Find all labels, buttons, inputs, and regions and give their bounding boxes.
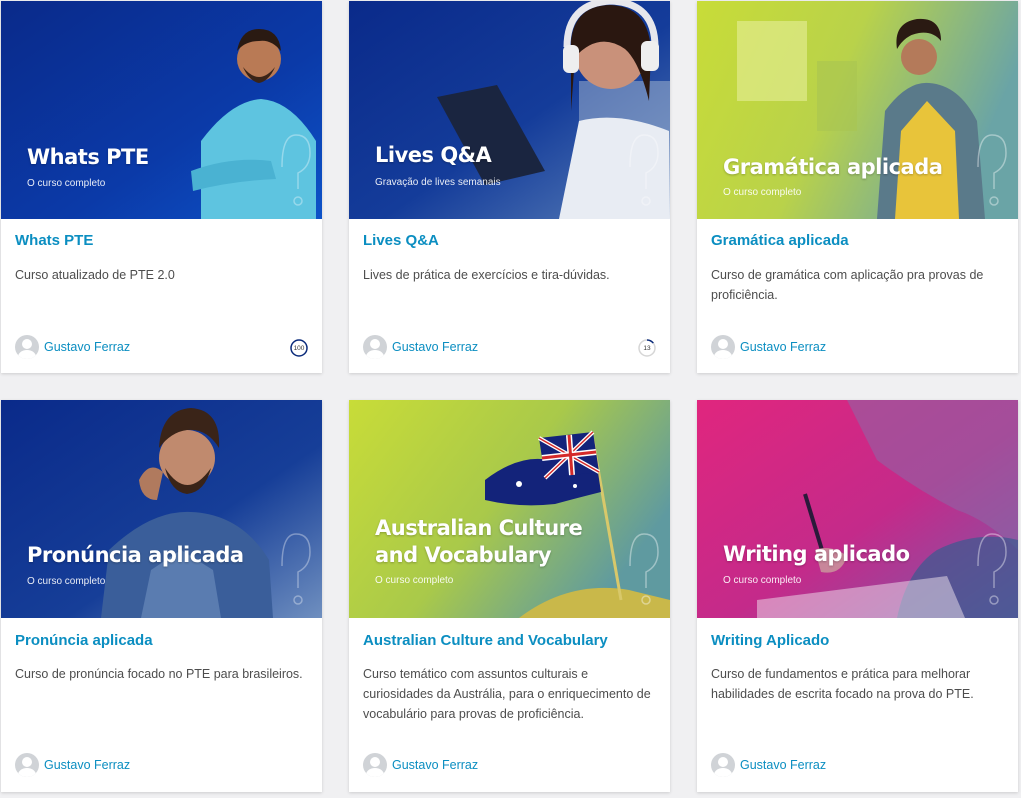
thumbnail-title-line-1: Australian Culture — [375, 516, 583, 540]
course-author[interactable]: Gustavo Ferraz — [711, 753, 826, 777]
author-name[interactable]: Gustavo Ferraz — [44, 758, 130, 772]
course-thumbnail[interactable]: Gramática aplicada O curso completo — [697, 1, 1018, 219]
course-description: Curso de pronúncia focado no PTE para br… — [15, 667, 303, 681]
course-title[interactable]: Gramática aplicada — [711, 232, 849, 249]
thumbnail-title: Whats PTE — [27, 145, 149, 169]
question-mark-decoration-icon — [629, 533, 659, 605]
author-avatar — [711, 753, 735, 777]
thumbnail-subtitle: O curso completo — [27, 178, 106, 189]
course-thumbnail[interactable]: Whats PTE O curso completo — [1, 1, 322, 219]
author-name[interactable]: Gustavo Ferraz — [392, 340, 478, 354]
thumbnail-subtitle: O curso completo — [723, 575, 802, 586]
course-card-whats-pte[interactable]: Whats PTE O curso completo Whats PTE Cur… — [1, 1, 322, 373]
course-card-pronuncia-aplicada[interactable]: Pronúncia aplicada O curso completo Pron… — [1, 400, 322, 792]
course-author[interactable]: Gustavo Ferraz — [15, 753, 130, 777]
author-avatar — [363, 335, 387, 359]
thumbnail-title: Lives Q&A — [375, 143, 492, 167]
course-card-australian-culture[interactable]: Australian Culture and Vocabulary O curs… — [349, 400, 670, 792]
course-card-lives-qa[interactable]: Lives Q&A Gravação de lives semanais Liv… — [349, 1, 670, 373]
progress-label: 100 — [293, 344, 305, 352]
course-author[interactable]: Gustavo Ferraz — [363, 335, 478, 359]
course-description: Lives de prática de exercícios e tira-dú… — [363, 268, 610, 282]
course-thumbnail[interactable]: Lives Q&A Gravação de lives semanais — [349, 1, 670, 219]
progress-indicator: 13 — [638, 339, 656, 357]
course-description: Curso atualizado de PTE 2.0 — [15, 268, 175, 282]
course-author[interactable]: Gustavo Ferraz — [15, 335, 130, 359]
thumbnail-title-line-2: and Vocabulary — [375, 543, 552, 567]
author-name[interactable]: Gustavo Ferraz — [740, 758, 826, 772]
question-mark-decoration-icon — [629, 134, 659, 206]
progress-label: 13 — [643, 344, 651, 352]
author-avatar — [15, 335, 39, 359]
question-mark-decoration-icon — [977, 533, 1007, 605]
course-author[interactable]: Gustavo Ferraz — [711, 335, 826, 359]
question-mark-decoration-icon — [977, 134, 1007, 206]
thumbnail-subtitle: O curso completo — [375, 575, 454, 586]
course-card-writing-aplicado[interactable]: Writing aplicado O curso completo Writin… — [697, 400, 1018, 792]
course-title[interactable]: Lives Q&A — [363, 232, 439, 249]
course-description: Curso temático com assuntos culturais e … — [363, 667, 651, 721]
thumbnail-subtitle: O curso completo — [723, 187, 802, 198]
course-description: Curso de gramática com aplicação pra pro… — [711, 268, 984, 302]
course-author[interactable]: Gustavo Ferraz — [363, 753, 478, 777]
course-thumbnail[interactable]: Pronúncia aplicada O curso completo — [1, 400, 322, 618]
thumbnail-title: Gramática aplicada — [723, 155, 943, 179]
course-title[interactable]: Writing Aplicado — [711, 632, 829, 649]
author-name[interactable]: Gustavo Ferraz — [740, 340, 826, 354]
course-card-gramatica-aplicada[interactable]: Gramática aplicada O curso completo Gram… — [697, 1, 1018, 373]
thumbnail-subtitle: Gravação de lives semanais — [375, 177, 501, 188]
course-title[interactable]: Whats PTE — [15, 232, 93, 249]
author-avatar — [363, 753, 387, 777]
thumbnail-subtitle: O curso completo — [27, 576, 106, 587]
question-mark-decoration-icon — [281, 533, 311, 605]
course-title[interactable]: Pronúncia aplicada — [15, 632, 153, 649]
course-thumbnail[interactable]: Australian Culture and Vocabulary O curs… — [349, 400, 670, 618]
progress-indicator: 100 — [290, 339, 308, 357]
course-title[interactable]: Australian Culture and Vocabulary — [363, 632, 608, 649]
thumbnail-title: Pronúncia aplicada — [27, 543, 244, 567]
author-name[interactable]: Gustavo Ferraz — [392, 758, 478, 772]
question-mark-decoration-icon — [281, 134, 311, 206]
course-thumbnail[interactable]: Writing aplicado O curso completo — [697, 400, 1018, 618]
author-name[interactable]: Gustavo Ferraz — [44, 340, 130, 354]
author-avatar — [711, 335, 735, 359]
author-avatar — [15, 753, 39, 777]
thumbnail-title: Writing aplicado — [723, 542, 910, 566]
course-description: Curso de fundamentos e prática para melh… — [711, 667, 974, 701]
